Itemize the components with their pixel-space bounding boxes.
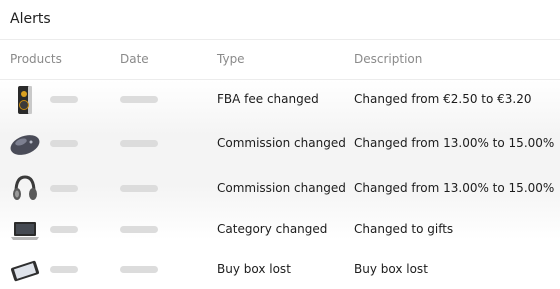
table-row[interactable]: Category changed Changed to gifts: [0, 210, 560, 250]
product-placeholder: [50, 140, 78, 147]
product-placeholder: [50, 96, 78, 103]
table-row[interactable]: Buy box lost Buy box lost: [0, 250, 560, 289]
alert-description: Changed from 13.00% to 15.00%: [354, 181, 555, 195]
alerts-header: Alerts: [0, 0, 560, 40]
date-placeholder: [120, 185, 158, 192]
table-header: Products Date Type Description: [0, 40, 560, 80]
column-header-products[interactable]: Products: [10, 52, 62, 66]
date-placeholder: [120, 96, 158, 103]
table-row[interactable]: Commission changed Changed from 13.00% t…: [0, 124, 560, 164]
table-row[interactable]: Commission changed Changed from 13.00% t…: [0, 169, 560, 209]
alert-description: Buy box lost: [354, 262, 428, 276]
headphones-icon: [8, 172, 42, 206]
date-placeholder: [120, 226, 158, 233]
speaker-icon: [8, 83, 42, 117]
alert-type: Commission changed: [217, 136, 346, 150]
alert-type: FBA fee changed: [217, 92, 319, 106]
column-header-description[interactable]: Description: [354, 52, 422, 66]
alert-description: Changed from 13.00% to 15.00%: [354, 136, 555, 150]
alert-type: Buy box lost: [217, 262, 291, 276]
laptop-icon: [8, 213, 42, 247]
alert-type: Category changed: [217, 222, 328, 236]
column-header-date[interactable]: Date: [120, 52, 149, 66]
tablet-icon: [8, 253, 42, 287]
product-placeholder: [50, 226, 78, 233]
alert-description: Changed to gifts: [354, 222, 454, 236]
date-placeholder: [120, 140, 158, 147]
table-row[interactable]: FBA fee changed Changed from €2.50 to €3…: [0, 80, 560, 120]
column-header-type[interactable]: Type: [217, 52, 245, 66]
alert-description: Changed from €2.50 to €3.20: [354, 92, 532, 106]
mouse-icon: [8, 127, 42, 161]
product-placeholder: [50, 266, 78, 273]
page-title: Alerts: [10, 11, 51, 27]
alert-type: Commission changed: [217, 181, 346, 195]
product-placeholder: [50, 185, 78, 192]
date-placeholder: [120, 266, 158, 273]
